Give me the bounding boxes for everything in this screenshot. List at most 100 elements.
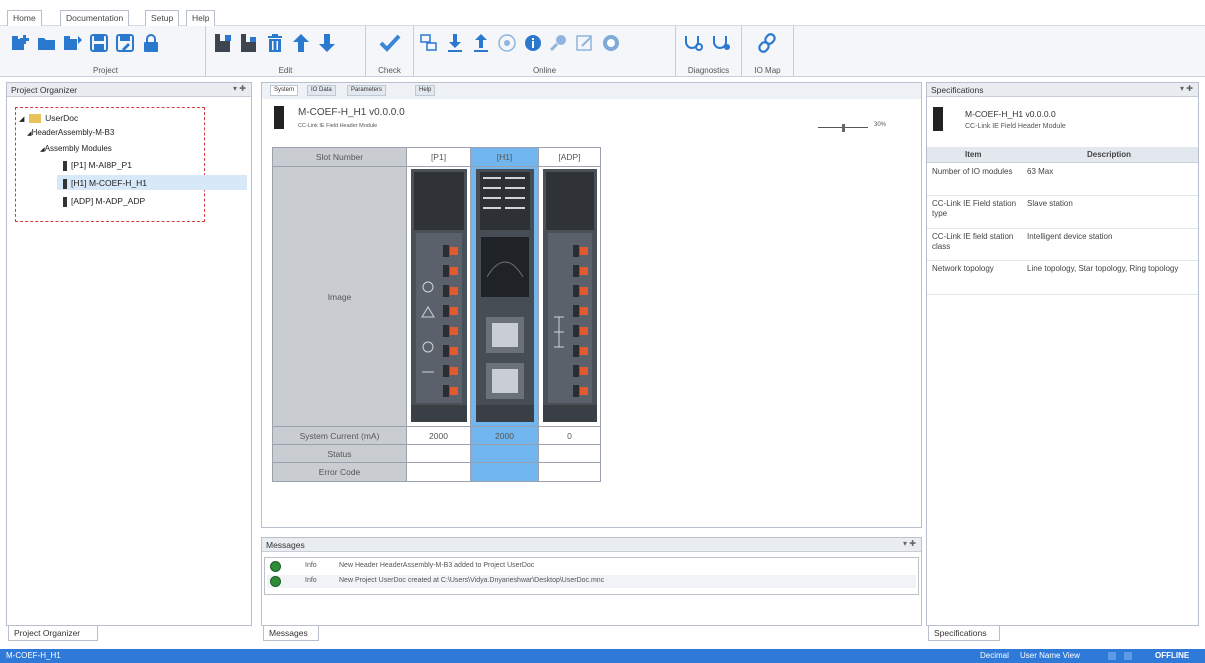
tab-specifications[interactable]: Specifications: [928, 626, 1000, 641]
ribbon-group-edit: Edit: [206, 26, 366, 77]
move-down-icon[interactable]: [316, 32, 338, 54]
module-name: M-COEF-H_H1 v0.0.0.0: [298, 107, 405, 118]
ribbon-group-diagnostics: Diagnostics: [676, 26, 742, 77]
status-module-name: M-COEF-H_H1: [6, 651, 61, 660]
module-icon: [63, 160, 67, 171]
row-label-status: Status: [272, 444, 407, 463]
spec-row: CC-Link IE field station class Intellige…: [927, 229, 1198, 261]
view-toggle[interactable]: User Name View: [1020, 651, 1080, 660]
project-organizer-panel: Project Organizer ▾ ✚ ◢ UserDoc ◢HeaderA…: [6, 82, 252, 626]
ribbon-group-label: Edit: [278, 66, 293, 75]
move-up-icon[interactable]: [290, 32, 312, 54]
status-icon: [1108, 652, 1116, 660]
tab-io-data[interactable]: IO Data: [307, 85, 336, 96]
folder-icon: [28, 114, 41, 124]
settings-icon[interactable]: [600, 32, 622, 54]
slot-cell-h1[interactable]: [H1]: [470, 147, 539, 167]
status-cell-p1: [406, 444, 471, 463]
module-icon: [63, 196, 67, 207]
menu-tab-home[interactable]: Home: [7, 10, 42, 26]
tree-header-assembly[interactable]: ◢HeaderAssembly-M-B3: [27, 128, 114, 137]
delete-icon[interactable]: [264, 32, 286, 54]
connect-icon[interactable]: [418, 32, 440, 54]
add-module-icon[interactable]: [212, 32, 234, 54]
save-icon[interactable]: [88, 32, 110, 54]
module-h1-graphic: [475, 169, 534, 422]
message-row[interactable]: Info New Project UserDoc created at C:\U…: [267, 575, 916, 588]
diagnostics-icon[interactable]: [682, 32, 704, 54]
module-image-h1[interactable]: [470, 166, 539, 427]
slot-cell-adp[interactable]: [ADP]: [538, 147, 601, 167]
module-image-p1[interactable]: [406, 166, 471, 427]
tab-project-organizer[interactable]: Project Organizer: [8, 626, 98, 641]
zoom-level: 30%: [874, 122, 887, 128]
ribbon-group-online: Online: [414, 26, 676, 77]
message-row[interactable]: Info New Header HeaderAssembly-M-B3 adde…: [267, 560, 916, 573]
current-cell-p1: 2000: [406, 426, 471, 445]
ribbon-group-project: Project: [6, 26, 206, 77]
ribbon-group-label: Check: [378, 66, 401, 75]
search-icon[interactable]: [548, 32, 570, 54]
ribbon-group-label: IO Map: [754, 66, 781, 75]
monitor-icon[interactable]: [496, 32, 518, 54]
check-icon[interactable]: [379, 32, 401, 54]
new-project-icon[interactable]: [10, 32, 32, 54]
tree-root[interactable]: ◢ UserDoc: [19, 113, 78, 124]
tab-parameters[interactable]: Parameters: [347, 85, 387, 96]
tree-assembly-modules[interactable]: ◢Assembly Modules: [40, 144, 112, 153]
spec-module-description: CC-Link IE Field Header Module: [965, 123, 1066, 130]
zoom-thumb[interactable]: [842, 124, 845, 132]
expand-icon[interactable]: ◢: [19, 116, 24, 123]
import-project-icon[interactable]: [62, 32, 84, 54]
messages-panel: Messages ▾ ✚ Info New Header HeaderAssem…: [261, 537, 922, 626]
pin-icon[interactable]: ▾ ✚: [233, 84, 246, 93]
tree-item-module-adp[interactable]: [ADP] M-ADP_ADP: [63, 196, 145, 207]
module-description: CC-Link IE Field Header Module: [298, 123, 378, 129]
tree-item-module-h1[interactable]: [H1] M-COEF-H_H1: [57, 175, 247, 190]
module-icon: [63, 178, 67, 189]
save-as-icon[interactable]: [114, 32, 136, 54]
menu-tab-help[interactable]: Help: [186, 10, 216, 26]
module-p1-graphic: [410, 169, 467, 422]
module-adp-graphic: [542, 169, 597, 422]
ribbon-group-io-map: IO Map: [742, 26, 794, 77]
ribbon-group-label: Diagnostics: [687, 66, 730, 75]
connection-mode: OFFLINE: [1155, 651, 1190, 660]
module-image-adp[interactable]: [538, 166, 601, 427]
tab-system[interactable]: System: [270, 85, 299, 96]
edit-icon[interactable]: [574, 32, 596, 54]
tab-messages[interactable]: Messages: [263, 626, 319, 641]
spec-row: Number of IO modules 63 Max: [927, 164, 1198, 196]
pin-icon[interactable]: ▾ ✚: [1180, 84, 1193, 93]
menu-tab-documentation[interactable]: Documentation: [60, 10, 130, 26]
panel-header: Project Organizer ▾ ✚: [7, 83, 251, 97]
menu-tab-setup[interactable]: Setup: [145, 10, 180, 26]
panel-header: Messages ▾ ✚: [262, 538, 921, 552]
open-project-icon[interactable]: [36, 32, 58, 54]
panel-title: Specifications: [931, 85, 984, 95]
diagnostics-history-icon[interactable]: [710, 32, 732, 54]
status-icon: [1124, 652, 1132, 660]
pin-icon[interactable]: ▾ ✚: [903, 539, 916, 548]
slot-cell-p1[interactable]: [P1]: [406, 147, 471, 167]
module-icon: [933, 107, 943, 131]
download-icon[interactable]: [444, 32, 466, 54]
info-icon[interactable]: [522, 32, 544, 54]
link-icon[interactable]: [756, 32, 778, 54]
spec-table-header: Item Description: [927, 147, 1198, 163]
insert-module-icon[interactable]: [238, 32, 260, 54]
spec-row: CC-Link IE Field station type Slave stat…: [927, 196, 1198, 229]
message-list: Info New Header HeaderAssembly-M-B3 adde…: [264, 557, 919, 595]
upload-icon[interactable]: [470, 32, 492, 54]
system-table: Slot Number [P1] [H1] [ADP] Image System…: [272, 147, 601, 482]
panel-title: Messages: [266, 540, 305, 550]
spec-module-name: M-COEF-H_H1 v0.0.0.0: [965, 109, 1056, 119]
lock-icon[interactable]: [140, 32, 162, 54]
tab-help[interactable]: Help: [415, 85, 436, 96]
zoom-slider[interactable]: [818, 122, 868, 134]
tree-item-module-p1[interactable]: [P1] M-AI8P_P1: [63, 160, 132, 171]
status-bar: M-COEF-H_H1 Decimal User Name View OFFLI…: [0, 649, 1205, 663]
error-cell-adp: [538, 462, 601, 482]
error-cell-p1: [406, 462, 471, 482]
number-format-toggle[interactable]: Decimal: [980, 651, 1009, 660]
